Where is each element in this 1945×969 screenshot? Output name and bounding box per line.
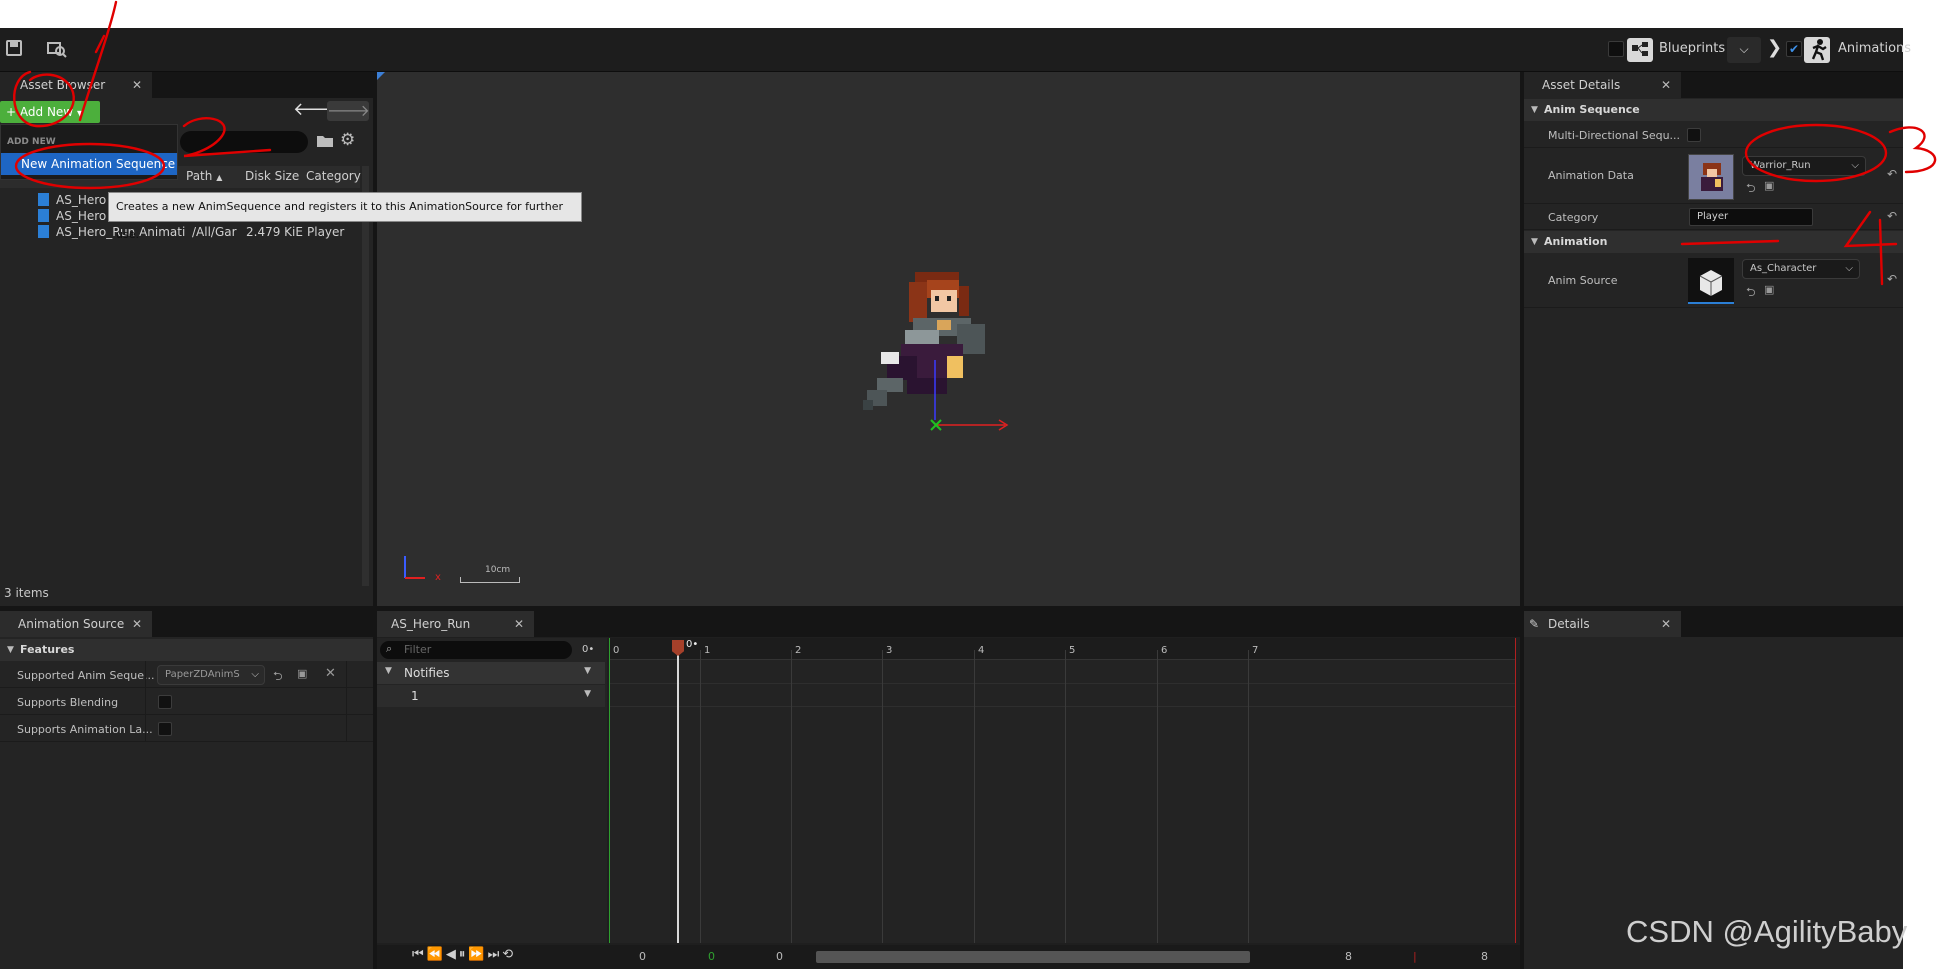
red-annotations — [13, 0, 1937, 286]
annotation-underline-category — [1680, 239, 1780, 246]
annotation-mark-2 — [182, 117, 272, 158]
annotation-mark-1-stroke — [78, 0, 118, 122]
watermark: CSDN @AgilityBaby — [1626, 914, 1908, 949]
annotation-circle-menu-item — [14, 142, 166, 190]
annotation-mark-4 — [1843, 210, 1898, 286]
annotation-mark-1-loop — [13, 70, 75, 128]
annotation-mark-3 — [1888, 126, 1937, 174]
annotation-circle-animation-data — [1744, 123, 1888, 183]
